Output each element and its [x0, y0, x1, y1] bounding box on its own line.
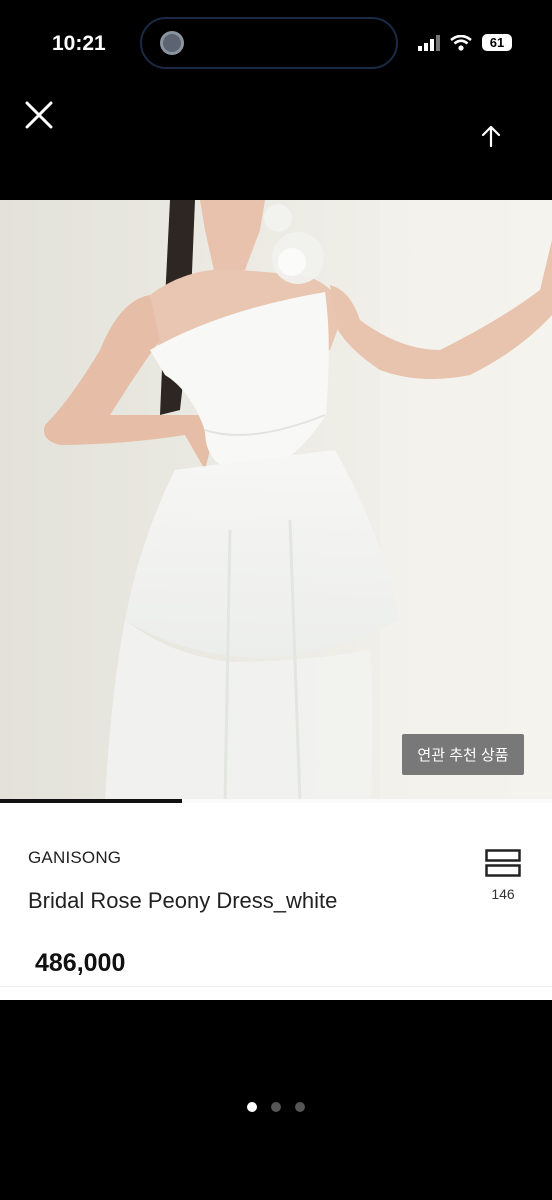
product-title: Bridal Rose Peony Dress_white [28, 888, 338, 913]
bookmark-button[interactable]: 146 [480, 849, 526, 902]
product-info-card: GANISONG Bridal Rose Peony Dress_white 4… [0, 803, 552, 1000]
page-dot[interactable] [247, 1102, 257, 1112]
divider [0, 986, 552, 987]
related-products-button[interactable]: 연관 추천 상품 [402, 734, 524, 775]
close-icon [25, 101, 53, 129]
close-button[interactable] [22, 98, 56, 132]
status-icons: 61 [418, 34, 512, 51]
signal-icon [418, 34, 440, 51]
wifi-icon [450, 34, 472, 51]
page-dot[interactable] [295, 1102, 305, 1112]
status-bar: 10:21 61 [0, 0, 552, 90]
bookmark-icon [485, 849, 521, 877]
like-count: 146 [491, 886, 515, 902]
battery-icon: 61 [482, 34, 512, 51]
status-time: 10:21 [52, 32, 106, 55]
product-price: 486,000 [35, 949, 126, 977]
arrow-up-icon [481, 125, 501, 148]
camera-icon [160, 31, 184, 55]
page-indicator [0, 1102, 552, 1112]
page-dot[interactable] [271, 1102, 281, 1112]
product-image[interactable] [0, 200, 552, 803]
dynamic-island [140, 17, 398, 69]
brand-name[interactable]: GANISONG [28, 848, 121, 868]
scroll-top-button[interactable] [458, 103, 524, 169]
